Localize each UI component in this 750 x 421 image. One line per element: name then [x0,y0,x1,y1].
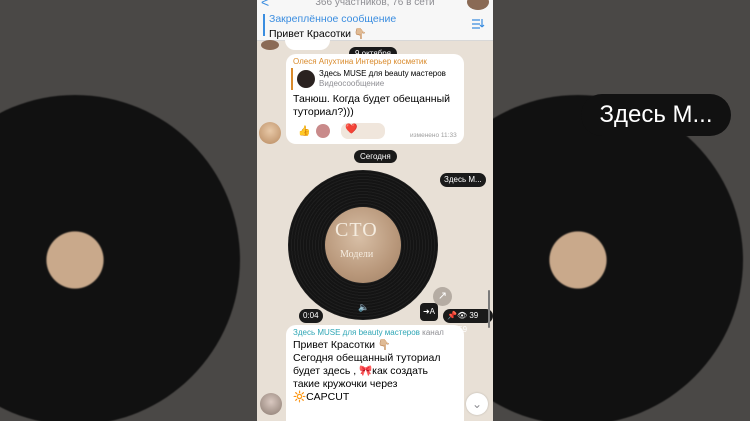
message-time: изменено 11:33 [410,132,457,139]
video-label-big: СТО [335,219,378,241]
channel-text-line5: 🔆CAPCUT [293,391,350,403]
heart-icon: ❤️ [345,124,358,135]
video-overlay-label: Здесь М... [440,173,486,187]
reply-preview[interactable]: Здесь MUSE для beauty мастеров Видеосооб… [291,68,461,90]
views-time: 📌👁 39 09:59 [443,309,493,334]
scroll-down-icon[interactable]: ⌄ [466,393,488,415]
video-note-frame: СТО Модели [325,207,401,283]
pinned-message[interactable]: Закреплённое сообщение Привет Красотки 👇… [257,10,493,41]
previous-bubble [285,40,330,50]
message-bubble[interactable]: Олеся Апухтина Интерьер косметик Здесь M… [286,54,464,144]
avatar-muse[interactable] [260,393,282,415]
channel-text-line4: такие кружочки через [293,378,398,390]
reaction-avatar [316,124,330,138]
video-timer: 0:04 [299,309,323,323]
chat-header: < 366 участников, 76 в сети [257,0,493,10]
avatar-previous[interactable] [261,40,279,50]
background-right: Здесь М... [493,0,750,421]
avatar-olesya[interactable] [259,122,281,144]
phone-screen: < 366 участников, 76 в сети Закреплённое… [257,0,493,421]
channel-tag: канал [422,328,444,337]
pinned-text: Привет Красотки 👇🏼 [269,28,367,40]
pinned-title: Закреплённое сообщение [269,13,397,25]
scrollbar[interactable] [488,290,490,328]
pinned-indicator [263,14,265,36]
forward-button[interactable]: ➜A [420,303,438,321]
channel-text-line3: будет здесь , 🎀как создать [293,365,428,377]
message-text: Танюш. Когда будет обещанный туториал?))… [293,93,451,118]
reaction-heart[interactable]: ❤️ [341,123,385,139]
background-disc-left [0,95,240,421]
channel-text-line2: Сегодня обещанный туториал [293,352,441,364]
chat-avatar[interactable] [467,0,489,10]
background-disc-right [493,95,743,421]
background-overlay-pill: Здесь М... [581,94,731,136]
channel-text-line1: Привет Красотки 👇🏼 [293,339,391,351]
video-label-small: Модели [340,249,374,260]
pin-list-icon[interactable] [471,18,485,30]
channel-name: Здесь MUSE для beauty мастеров [293,328,420,337]
reply-thumbnail [297,70,315,88]
reply-title: Здесь MUSE для beauty мастеров [319,69,446,78]
message-sender[interactable]: Олеся Апухтина Интерьер косметик [293,57,427,66]
channel-sender[interactable]: Здесь MUSE для beauty мастеров канал [293,328,444,337]
date-separator-today: Сегодня [354,150,397,163]
reply-subtitle: Видеосообщение [319,79,385,88]
video-note[interactable]: СТО Модели 🔈 [288,170,438,320]
background-left [0,0,257,421]
channel-message-bubble[interactable]: Здесь MUSE для beauty мастеров канал При… [286,325,464,421]
volume-icon[interactable]: 🔈 [358,302,369,313]
reaction-thumb[interactable]: 👍 [298,125,314,139]
members-count: 366 участников, 76 в сети [315,0,435,8]
